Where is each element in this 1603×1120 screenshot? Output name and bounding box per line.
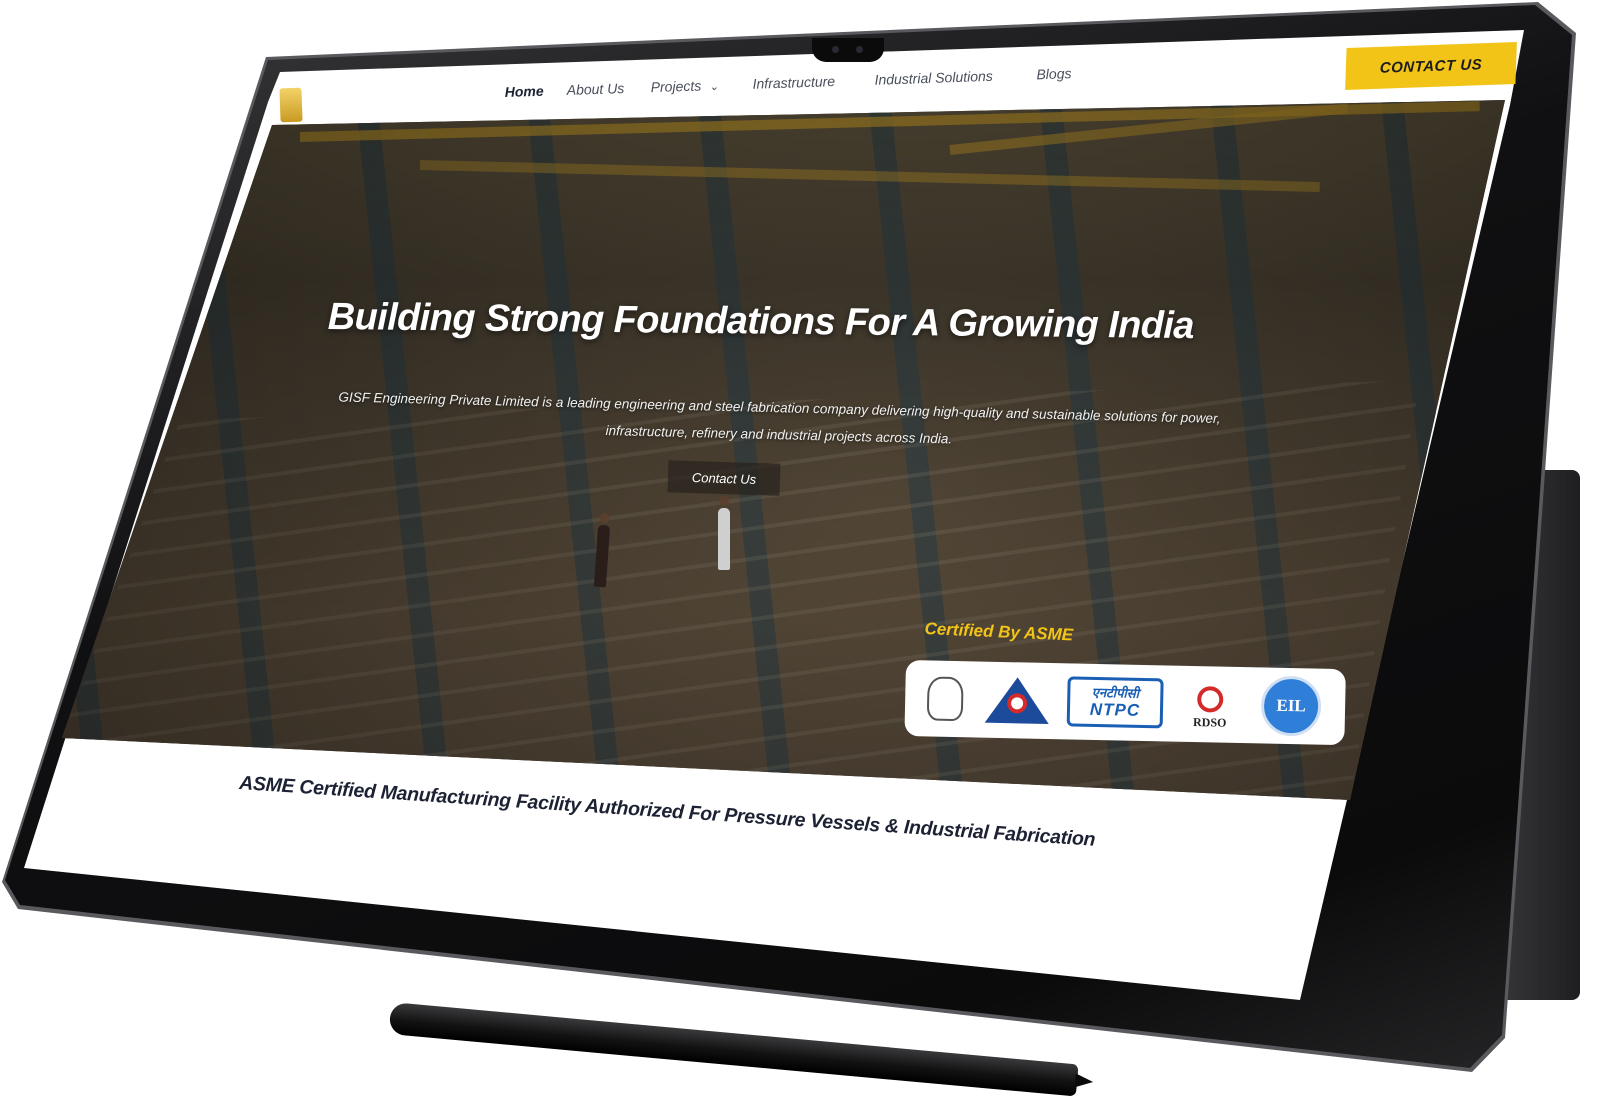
- nav-item-industrial-solutions[interactable]: Industrial Solutions: [874, 68, 993, 88]
- rdso-emblem-icon: [1196, 686, 1224, 713]
- nav-item-projects[interactable]: Projects ⌄: [650, 77, 718, 95]
- hero-contact-button[interactable]: Contact Us: [667, 460, 781, 496]
- worker-figure: [718, 496, 730, 570]
- nav-item-projects-label: Projects: [650, 77, 702, 96]
- ntpc-logo: एनटीपीसी NTPC: [1066, 673, 1164, 731]
- site-logo[interactable]: [279, 87, 303, 123]
- eil-logo: EIL: [1260, 675, 1322, 737]
- chevron-down-icon: ⌄: [709, 80, 719, 94]
- contact-us-button[interactable]: CONTACT US: [1345, 42, 1517, 90]
- bis-logo: [984, 672, 1050, 729]
- rdso-text: RDSO: [1192, 715, 1227, 730]
- certification-logos: एनटीपीसी NTPC RDSO EIL: [904, 660, 1346, 746]
- nav-item-home[interactable]: Home: [504, 83, 543, 100]
- rdso-logo: RDSO: [1181, 676, 1240, 733]
- nav-item-blogs[interactable]: Blogs: [1036, 65, 1072, 82]
- certification-seal-icon: [926, 670, 964, 727]
- nav-item-about-us[interactable]: About Us: [566, 80, 624, 98]
- ntpc-text: NTPC: [1089, 699, 1141, 720]
- nav-item-infrastructure[interactable]: Infrastructure: [752, 73, 835, 92]
- eil-text: EIL: [1260, 675, 1322, 737]
